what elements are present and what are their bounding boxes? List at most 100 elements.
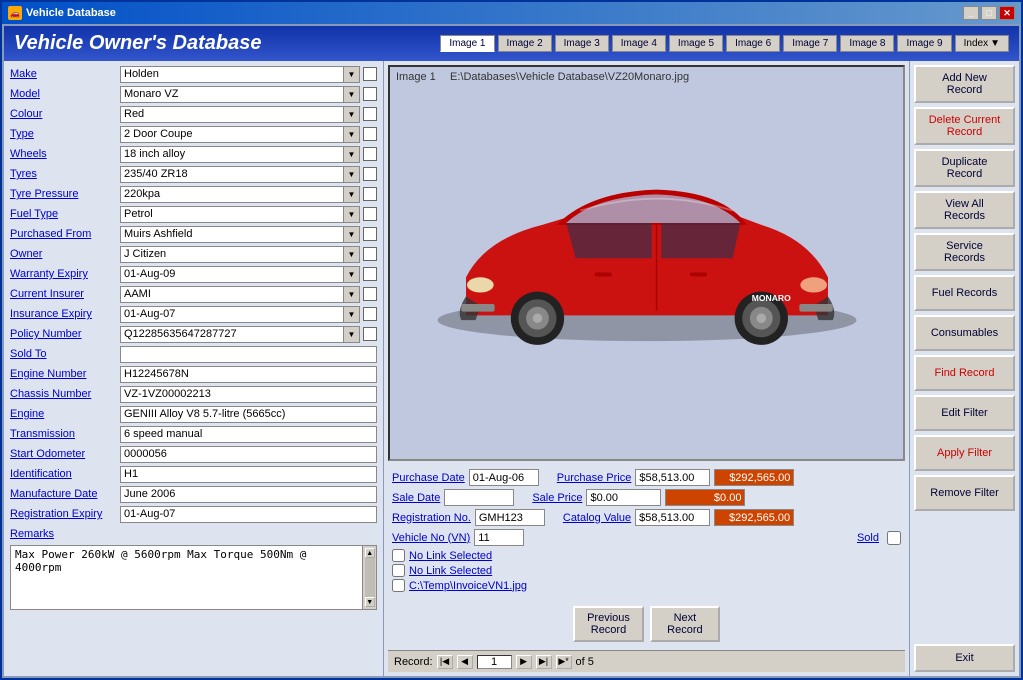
insurance-expiry-arrow[interactable]: ▼ — [344, 306, 360, 323]
image-tab-3[interactable]: Image 3 — [555, 35, 609, 52]
scroll-up-arrow[interactable]: ▲ — [365, 548, 375, 558]
purchase-price-label[interactable]: Purchase Price — [557, 472, 632, 484]
warranty-expiry-input[interactable] — [120, 266, 344, 283]
sold-to-input[interactable] — [120, 346, 377, 363]
transmission-label[interactable]: Transmission — [10, 428, 120, 440]
policy-number-label[interactable]: Policy Number — [10, 328, 120, 340]
registration-expiry-label[interactable]: Registration Expiry — [10, 508, 120, 520]
rec-first-button[interactable]: |◀ — [437, 655, 453, 669]
add-new-record-button[interactable]: Add NewRecord — [914, 65, 1015, 103]
next-record-button[interactable]: NextRecord — [650, 606, 720, 642]
colour-input[interactable] — [120, 106, 344, 123]
engine-input[interactable] — [120, 406, 377, 423]
image-tab-1[interactable]: Image 1 — [440, 35, 494, 52]
catalog-label[interactable]: Catalog Value — [563, 512, 631, 524]
rec-current-input[interactable] — [477, 655, 512, 669]
sold-label[interactable]: Sold — [857, 532, 879, 544]
edit-filter-button[interactable]: Edit Filter — [914, 395, 1015, 431]
wheels-label[interactable]: Wheels — [10, 148, 120, 160]
link-checkbox-2[interactable] — [392, 564, 405, 577]
purchase-date-input[interactable] — [469, 469, 539, 486]
model-input[interactable] — [120, 86, 344, 103]
sale-price-label[interactable]: Sale Price — [532, 492, 582, 504]
minimize-button[interactable]: _ — [963, 6, 979, 20]
purchased-from-label[interactable]: Purchased From — [10, 228, 120, 240]
make-arrow[interactable]: ▼ — [344, 66, 360, 83]
tyres-arrow[interactable]: ▼ — [344, 166, 360, 183]
engine-number-input[interactable] — [120, 366, 377, 383]
owner-checkbox[interactable] — [363, 247, 377, 261]
remarks-textarea[interactable]: Max Power 260kW @ 5600rpm Max Torque 500… — [10, 545, 363, 610]
insurance-expiry-checkbox[interactable] — [363, 307, 377, 321]
fuel-type-input[interactable] — [120, 206, 344, 223]
engine-number-label[interactable]: Engine Number — [10, 368, 120, 380]
identification-input[interactable] — [120, 466, 377, 483]
service-records-button[interactable]: ServiceRecords — [914, 233, 1015, 271]
sale-date-label[interactable]: Sale Date — [392, 492, 440, 504]
manufacture-date-label[interactable]: Manufacture Date — [10, 488, 120, 500]
index-button[interactable]: Index ▼ — [955, 35, 1009, 52]
rec-prev-button[interactable]: ◀ — [457, 655, 473, 669]
make-input[interactable] — [120, 66, 344, 83]
policy-number-arrow[interactable]: ▼ — [344, 326, 360, 343]
sold-checkbox[interactable] — [887, 531, 901, 545]
link-label-3[interactable]: C:\Temp\InvoiceVN1.jpg — [409, 580, 527, 592]
make-checkbox[interactable] — [363, 67, 377, 81]
vehicle-no-label[interactable]: Vehicle No (VN) — [392, 532, 470, 544]
link-checkbox-3[interactable] — [392, 579, 405, 592]
find-record-button[interactable]: Find Record — [914, 355, 1015, 391]
insurance-expiry-label[interactable]: Insurance Expiry — [10, 308, 120, 320]
start-odometer-label[interactable]: Start Odometer — [10, 448, 120, 460]
remarks-label[interactable]: Remarks — [10, 528, 120, 540]
tyre-pressure-checkbox[interactable] — [363, 187, 377, 201]
catalog-input[interactable] — [635, 509, 710, 526]
owner-input[interactable] — [120, 246, 344, 263]
policy-number-input[interactable] — [120, 326, 344, 343]
chassis-number-input[interactable] — [120, 386, 377, 403]
purchase-price-input[interactable] — [635, 469, 710, 486]
current-insurer-checkbox[interactable] — [363, 287, 377, 301]
manufacture-date-input[interactable] — [120, 486, 377, 503]
image-tab-5[interactable]: Image 5 — [669, 35, 723, 52]
model-arrow[interactable]: ▼ — [344, 86, 360, 103]
sale-price-orange[interactable] — [665, 489, 745, 506]
registration-expiry-input[interactable] — [120, 506, 377, 523]
warranty-expiry-checkbox[interactable] — [363, 267, 377, 281]
start-odometer-input[interactable] — [120, 446, 377, 463]
vehicle-no-input[interactable] — [474, 529, 524, 546]
colour-label[interactable]: Colour — [10, 108, 120, 120]
rec-last-button[interactable]: ▶| — [536, 655, 552, 669]
type-arrow[interactable]: ▼ — [344, 126, 360, 143]
type-checkbox[interactable] — [363, 127, 377, 141]
rec-new-button[interactable]: ▶* — [556, 655, 572, 669]
remarks-scrollbar[interactable]: ▲ ▼ — [363, 545, 377, 610]
link-checkbox-1[interactable] — [392, 549, 405, 562]
delete-current-record-button[interactable]: Delete CurrentRecord — [914, 107, 1015, 145]
image-tab-8[interactable]: Image 8 — [840, 35, 894, 52]
link-label-2[interactable]: No Link Selected — [409, 565, 492, 577]
type-label[interactable]: Type — [10, 128, 120, 140]
model-checkbox[interactable] — [363, 87, 377, 101]
warranty-expiry-arrow[interactable]: ▼ — [344, 266, 360, 283]
catalog-orange[interactable] — [714, 509, 794, 526]
tyre-pressure-label[interactable]: Tyre Pressure — [10, 188, 120, 200]
image-tab-4[interactable]: Image 4 — [612, 35, 666, 52]
purchase-date-label[interactable]: Purchase Date — [392, 472, 465, 484]
tyre-pressure-arrow[interactable]: ▼ — [344, 186, 360, 203]
fuel-type-checkbox[interactable] — [363, 207, 377, 221]
reg-no-input[interactable] — [475, 509, 545, 526]
image-tab-7[interactable]: Image 7 — [783, 35, 837, 52]
consumables-button[interactable]: Consumables — [914, 315, 1015, 351]
colour-arrow[interactable]: ▼ — [344, 106, 360, 123]
wheels-arrow[interactable]: ▼ — [344, 146, 360, 163]
current-insurer-label[interactable]: Current Insurer — [10, 288, 120, 300]
fuel-type-arrow[interactable]: ▼ — [344, 206, 360, 223]
wheels-checkbox[interactable] — [363, 147, 377, 161]
sold-to-label[interactable]: Sold To — [10, 348, 120, 360]
chassis-number-label[interactable]: Chassis Number — [10, 388, 120, 400]
duplicate-record-button[interactable]: DuplicateRecord — [914, 149, 1015, 187]
model-label[interactable]: Model — [10, 88, 120, 100]
close-button[interactable]: ✕ — [999, 6, 1015, 20]
previous-record-button[interactable]: PreviousRecord — [573, 606, 644, 642]
apply-filter-button[interactable]: Apply Filter — [914, 435, 1015, 471]
